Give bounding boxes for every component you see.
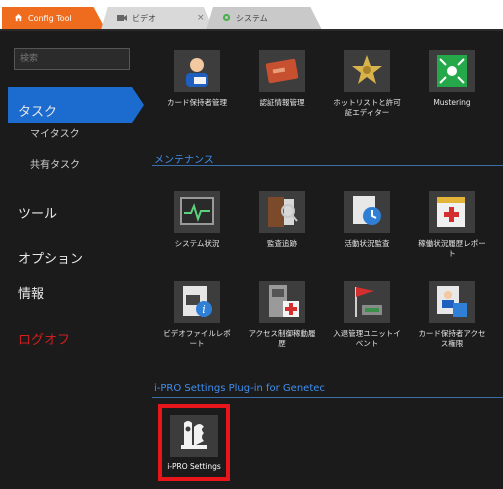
tab-config-tool[interactable]: Config Tool xyxy=(2,7,106,30)
sidebar-item-options[interactable]: オプション xyxy=(18,248,83,267)
tile-label: 認証情報管理 xyxy=(259,98,305,107)
cardholder-icon xyxy=(174,50,220,92)
tile-label: 稼働状況履歴レポート xyxy=(418,239,486,258)
tile-credential-management[interactable]: 認証情報管理 xyxy=(245,50,319,108)
system-status-icon xyxy=(174,191,220,233)
tile-cardholder-management[interactable]: カード保持者管理 xyxy=(160,50,234,108)
tab-label: ビデオ xyxy=(132,14,156,23)
search-input[interactable] xyxy=(14,48,130,70)
selected-arrow-indicator xyxy=(132,87,144,123)
close-icon[interactable]: × xyxy=(197,13,205,23)
tab-video[interactable]: ビデオ × xyxy=(101,7,213,30)
sidebar-item-tools[interactable]: ツール xyxy=(18,203,57,222)
svg-text:i: i xyxy=(202,303,206,316)
cardholder-access-rights-icon xyxy=(429,281,475,323)
audit-trail-icon xyxy=(259,191,305,233)
tab-label: Config Tool xyxy=(28,14,72,23)
credential-icon xyxy=(259,50,305,92)
tab-strip: Config Tool ビデオ × システム xyxy=(0,0,503,30)
tile-label: カード保持者管理 xyxy=(167,98,227,107)
section-divider xyxy=(152,165,503,166)
video-icon xyxy=(117,14,127,24)
config-tool-window: Config Tool ビデオ × システム タスク マイタスク 共有タスク ツ… xyxy=(0,0,503,489)
sidebar-item-shared-task[interactable]: 共有タスク xyxy=(30,156,80,171)
tile-system-status[interactable]: システム状況 xyxy=(160,191,234,249)
tile-label: Mustering xyxy=(433,98,471,107)
section-header-ipro-plugin: i-PRO Settings Plug-in for Genetec xyxy=(154,383,325,394)
tile-label: システム状況 xyxy=(174,239,220,248)
hotlist-badge-icon xyxy=(344,50,390,92)
tab-label: システム xyxy=(236,14,268,23)
tab-system[interactable]: システム xyxy=(206,7,322,30)
tile-ipro-settings[interactable]: i-PRO Settings xyxy=(158,404,230,481)
tile-access-unit-event[interactable]: 入退管理ユニットイベント xyxy=(330,281,404,349)
sidebar-item-task[interactable]: タスク xyxy=(8,87,132,123)
tile-activity-audit[interactable]: 活動状況監査 xyxy=(330,191,404,249)
activity-audit-icon xyxy=(344,191,390,233)
access-unit-event-icon xyxy=(344,281,390,323)
tile-label: i-PRO Settings xyxy=(167,462,221,471)
access-control-health-icon xyxy=(259,281,305,323)
home-icon xyxy=(14,13,23,24)
section-divider xyxy=(152,397,503,398)
tile-label: 活動状況監査 xyxy=(344,239,390,248)
video-file-report-icon: i xyxy=(174,281,220,323)
mustering-icon xyxy=(429,50,475,92)
tile-mustering[interactable]: Mustering xyxy=(415,50,489,108)
tile-video-file-report[interactable]: i ビデオファイルレポート xyxy=(160,281,234,349)
tile-cardholder-access-rights[interactable]: カード保持者アクセス権限 xyxy=(415,281,489,349)
tile-hotlist-permit-editor[interactable]: ホットリストと許可証エディター xyxy=(330,50,404,118)
tile-access-control-health[interactable]: アクセス制御稼動履歴 xyxy=(245,281,319,349)
tile-label: カード保持者アクセス権限 xyxy=(418,329,486,348)
tile-health-history-report[interactable]: 稼働状況履歴レポート xyxy=(415,191,489,259)
health-history-icon xyxy=(429,191,475,233)
system-icon xyxy=(222,13,231,24)
tile-label: 入退管理ユニットイベント xyxy=(333,329,401,348)
sidebar-item-my-task[interactable]: マイタスク xyxy=(30,125,80,140)
sidebar-item-info[interactable]: 情報 xyxy=(18,283,44,302)
tile-label: アクセス制御稼動履歴 xyxy=(248,329,316,348)
sidebar-item-logoff[interactable]: ログオフ xyxy=(18,329,70,348)
tile-audit-trail[interactable]: 監査追跡 xyxy=(245,191,319,249)
sidebar: タスク マイタスク 共有タスク ツール オプション 情報 ログオフ xyxy=(0,31,144,489)
tile-label: 監査追跡 xyxy=(267,239,297,248)
ipro-settings-icon xyxy=(170,415,218,457)
tile-label: ビデオファイルレポート xyxy=(163,329,231,348)
section-header-maintenance: メンテナンス xyxy=(154,155,214,166)
tile-label: ホットリストと許可証エディター xyxy=(333,98,401,117)
